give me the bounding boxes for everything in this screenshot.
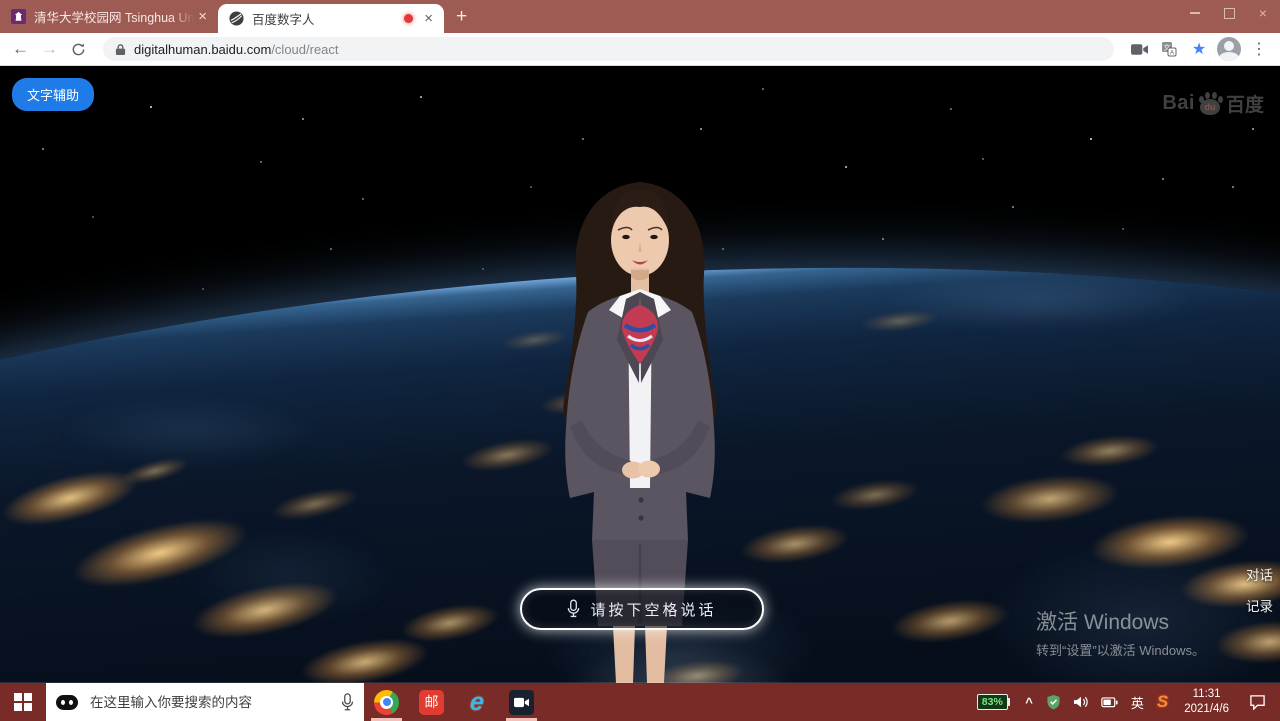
baidu-logo-cn: 百度 [1226, 90, 1264, 117]
push-to-talk-label: 请按下空格说话 [590, 599, 716, 620]
microphone-icon [567, 599, 580, 619]
tab-title: 百度数字人 [252, 9, 396, 28]
lock-icon [115, 43, 126, 56]
bookmark-star-icon[interactable]: ★ [1184, 39, 1214, 59]
defender-shield-icon[interactable] [1046, 694, 1061, 710]
battery-nub [1008, 698, 1011, 706]
tab-digital-human[interactable]: 百度数字人 × [218, 4, 444, 33]
baidu-logo-du: du [1200, 99, 1220, 115]
system-tray: 83% ^ 英 S 11:31 2021/4/6 [977, 683, 1280, 721]
battery-percent-label: 83% [977, 694, 1008, 710]
baidu-logo: Bai du 百度 [1162, 90, 1264, 117]
action-center-icon[interactable] [1249, 694, 1266, 710]
tsinghua-favicon [10, 9, 26, 25]
back-button[interactable]: ← [6, 39, 35, 59]
search-mic-icon[interactable] [341, 693, 354, 712]
search-input[interactable] [88, 694, 341, 711]
translate-extension-icon[interactable]: 文A [1154, 41, 1184, 57]
new-tab-button[interactable]: + [444, 2, 479, 31]
taskbar-camera-app[interactable] [499, 683, 544, 721]
camera-extension-icon[interactable] [1124, 43, 1154, 56]
dialog-tab[interactable]: 对话 [1246, 564, 1273, 584]
side-panel-tabs: 对话 记录 [1246, 564, 1273, 626]
taskbar-ie-app[interactable]: e [454, 683, 499, 721]
screen: 清华大学校园网 Tsinghua Univ × 百度数字人 × + × ← → [0, 0, 1280, 721]
battery-percentage-widget[interactable]: 83% [977, 694, 1011, 710]
digital-human-page: 文字辅助 Bai du 百度 [0, 66, 1280, 683]
chrome-icon [374, 690, 399, 715]
baidu-logo-bai: Bai [1162, 92, 1195, 115]
close-icon[interactable]: × [421, 11, 436, 26]
push-to-talk-button[interactable]: 请按下空格说话 [520, 588, 764, 630]
record-tab[interactable]: 记录 [1246, 595, 1273, 615]
tray-date: 2021/4/6 [1184, 702, 1229, 717]
input-language-indicator[interactable]: 英 [1131, 693, 1144, 712]
taskbar-clock[interactable]: 11:31 2021/4/6 [1184, 687, 1229, 717]
reload-button[interactable] [64, 39, 93, 59]
volume-icon[interactable] [1073, 695, 1089, 709]
forward-button[interactable]: → [35, 39, 64, 59]
address-bar[interactable]: digitalhuman.baidu.com/cloud/react [103, 37, 1114, 61]
svg-text:A: A [1170, 50, 1175, 57]
taskbar-search[interactable] [46, 683, 364, 721]
taskbar-mail-app[interactable]: 邮 [409, 683, 454, 721]
start-button[interactable] [0, 683, 46, 721]
recording-indicator [404, 14, 413, 23]
close-window-button[interactable]: × [1246, 0, 1280, 26]
internet-explorer-icon: e [468, 690, 485, 715]
baidu-paw-icon: du [1197, 92, 1223, 116]
hidden-icons-chevron[interactable]: ^ [1025, 695, 1033, 710]
tab-tsinghua[interactable]: 清华大学校园网 Tsinghua Univ × [0, 0, 218, 33]
text-assist-button[interactable]: 文字辅助 [12, 78, 94, 111]
windows-logo-icon [14, 693, 32, 711]
browser-tab-bar: 清华大学校园网 Tsinghua Univ × 百度数字人 × + × [0, 0, 1280, 33]
url-path: /cloud/react [271, 42, 338, 57]
starfield [0, 66, 2, 68]
battery-icon[interactable] [1101, 697, 1118, 708]
taskbar-chrome-app[interactable] [364, 683, 409, 721]
close-icon[interactable]: × [195, 9, 210, 24]
browser-toolbar: ← → digitalhuman.baidu.com/cloud/react 文… [0, 33, 1280, 66]
windows-taskbar: 邮 e 83% ^ 英 S 11:31 [0, 683, 1280, 721]
profile-avatar[interactable] [1214, 37, 1244, 61]
browser-menu-icon[interactable]: ⋮ [1244, 39, 1274, 59]
camera-app-icon [509, 690, 534, 715]
globe-favicon [228, 11, 244, 27]
restore-button[interactable] [1212, 0, 1246, 26]
avatar [1217, 37, 1241, 61]
tab-title: 清华大学校园网 Tsinghua Univ [34, 7, 195, 26]
sogou-input-icon[interactable]: S [1157, 692, 1168, 712]
search-assistant-icon[interactable] [56, 695, 78, 710]
window-controls: × [1178, 0, 1280, 26]
tray-time: 11:31 [1184, 687, 1229, 702]
mail-icon: 邮 [419, 690, 444, 715]
url-host: digitalhuman.baidu.com [134, 42, 271, 57]
minimize-button[interactable] [1178, 0, 1212, 26]
